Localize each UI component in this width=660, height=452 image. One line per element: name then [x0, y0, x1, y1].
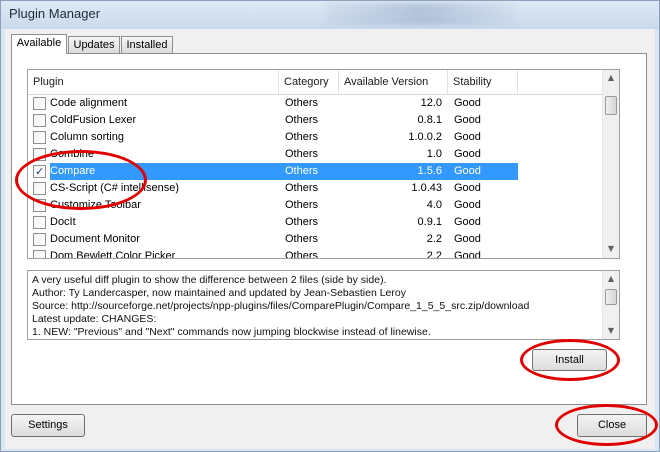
plugin-stability: Good — [454, 165, 481, 177]
plugin-category: Others — [285, 199, 319, 211]
plugin-checkbox[interactable] — [33, 148, 46, 161]
plugin-stability: Good — [454, 199, 481, 211]
plugin-row[interactable]: Code alignment Others 12.0 Good — [28, 95, 603, 112]
column-header-version[interactable]: Available Version — [339, 70, 448, 94]
blurred-background-region — [326, 3, 516, 25]
plugin-category: Others — [285, 148, 319, 160]
plugin-description-box[interactable]: A very useful diff plugin to show the di… — [27, 270, 620, 340]
plugin-name: ColdFusion Lexer — [50, 114, 137, 126]
description-line: Author: Ty Landercasper, now maintained … — [32, 287, 406, 299]
plugin-category: Others — [285, 97, 319, 109]
dialog-client-area: Available Updates Installed Plugin Categ… — [5, 29, 658, 449]
selection-highlight — [50, 163, 518, 180]
plugin-checkbox[interactable] — [33, 199, 46, 212]
plugin-version: 0.8.1 — [417, 114, 442, 126]
plugin-row[interactable]: CS-Script (C# intellisense) Others 1.0.43 G… — [28, 180, 603, 197]
column-header-stability[interactable]: Stability — [448, 70, 518, 94]
plugin-version: 12.0 — [420, 97, 442, 109]
title-bar[interactable]: Plugin Manager — [1, 1, 659, 29]
plugin-category: Others — [285, 114, 319, 126]
plugin-stability: Good — [454, 233, 481, 245]
plugin-name: Document Monitor — [50, 233, 140, 245]
plugin-version: 0.9.1 — [417, 216, 442, 228]
plugin-category: Others — [285, 233, 319, 245]
description-line: Source: http://sourceforge.net/projects/… — [32, 300, 530, 312]
plugin-stability: Good — [454, 114, 481, 126]
close-button[interactable]: Close — [577, 414, 647, 437]
tab-panel-available: Plugin Category Available Version Stabil… — [11, 53, 647, 405]
scroll-up-icon[interactable]: ▲ — [603, 271, 619, 287]
plugin-stability: Good — [454, 131, 481, 143]
plugin-row[interactable]: Combine Others 1.0 Good — [28, 146, 603, 163]
plugin-checkbox[interactable] — [33, 216, 46, 229]
settings-button[interactable]: Settings — [11, 414, 85, 437]
plugin-stability: Good — [454, 97, 481, 109]
plugin-checkbox[interactable] — [33, 233, 46, 246]
window-title: Plugin Manager — [9, 6, 101, 21]
plugin-row[interactable]: Dom Bewlett Color Picker Others 2.2 Good — [28, 248, 603, 259]
description-scrollbar[interactable]: ▲ ▼ — [602, 271, 619, 339]
description-line: 1. NEW: "Previous" and "Next" commands n… — [32, 326, 431, 338]
plugin-name: Compare — [50, 165, 96, 177]
plugin-version: 1.0.0.2 — [408, 131, 442, 143]
install-button[interactable]: Install — [532, 349, 607, 371]
plugin-category: Others — [285, 131, 319, 143]
plugin-name: Dom Bewlett Color Picker — [50, 250, 176, 259]
plugin-row[interactable]: DocIt Others 0.9.1 Good — [28, 214, 603, 231]
list-header: Plugin Category Available Version Stabil… — [28, 70, 603, 95]
tab-available[interactable]: Available — [11, 34, 67, 54]
description-text: A very useful diff plugin to show the di… — [32, 274, 602, 339]
plugin-checkbox[interactable] — [33, 182, 46, 195]
plugin-version: 1.0.43 — [411, 182, 442, 194]
plugin-category: Others — [285, 182, 319, 194]
plugin-checkbox[interactable] — [33, 97, 46, 110]
plugin-name: Combine — [50, 148, 95, 160]
plugin-name: DocIt — [50, 216, 76, 228]
scroll-up-icon[interactable]: ▲ — [603, 70, 619, 86]
plugin-version: 4.0 — [426, 199, 442, 211]
plugin-manager-window: Plugin Manager Available Updates Install… — [0, 0, 660, 452]
scrollbar-thumb[interactable] — [605, 96, 617, 115]
plugin-name: CS-Script (C# intellisense) — [50, 182, 179, 194]
plugin-checkbox[interactable] — [33, 250, 46, 258]
plugin-checkbox[interactable] — [33, 163, 46, 180]
column-header-category[interactable]: Category — [279, 70, 339, 94]
plugin-row[interactable]: Compare Others 1.5.6 Good — [28, 163, 603, 180]
description-line: Latest update: CHANGES: — [32, 313, 157, 325]
plugin-row[interactable]: Column sorting Others 1.0.0.2 Good — [28, 129, 603, 146]
plugin-stability: Good — [454, 148, 481, 160]
plugin-version: 1.0 — [426, 148, 442, 160]
plugin-row[interactable]: Document Monitor Others 2.2 Good — [28, 231, 603, 248]
plugin-stability: Good — [454, 216, 481, 228]
plugin-list[interactable]: Plugin Category Available Version Stabil… — [27, 69, 620, 259]
plugin-row[interactable]: Customize Toolbar Others 4.0 Good — [28, 197, 603, 214]
tab-updates[interactable]: Updates — [68, 36, 120, 53]
plugin-version: 2.2 — [426, 233, 442, 245]
plugin-name: Customize Toolbar — [50, 199, 141, 211]
plugin-category: Others — [285, 165, 319, 177]
plugin-category: Others — [285, 250, 319, 259]
plugin-row[interactable]: ColdFusion Lexer Others 0.8.1 Good — [28, 112, 603, 129]
plugin-list-scrollbar[interactable]: ▲ ▼ — [602, 70, 619, 258]
tab-installed[interactable]: Installed — [121, 36, 173, 53]
scroll-down-icon[interactable]: ▼ — [603, 241, 619, 257]
description-line: A very useful diff plugin to show the di… — [32, 274, 387, 286]
scroll-down-icon[interactable]: ▼ — [603, 323, 619, 339]
plugin-stability: Good — [454, 182, 481, 194]
plugin-checkbox[interactable] — [33, 131, 46, 144]
plugin-version: 2.2 — [426, 250, 442, 259]
plugin-rows: Code alignment Others 12.0 Good ColdFusion L… — [28, 95, 603, 259]
scrollbar-thumb[interactable] — [605, 289, 617, 305]
plugin-checkbox[interactable] — [33, 114, 46, 127]
plugin-name: Column sorting — [50, 131, 124, 143]
plugin-name: Code alignment — [50, 97, 128, 109]
column-header-plugin[interactable]: Plugin — [28, 70, 279, 94]
plugin-stability: Good — [454, 250, 481, 259]
plugin-category: Others — [285, 216, 319, 228]
plugin-version: 1.5.6 — [417, 165, 442, 177]
